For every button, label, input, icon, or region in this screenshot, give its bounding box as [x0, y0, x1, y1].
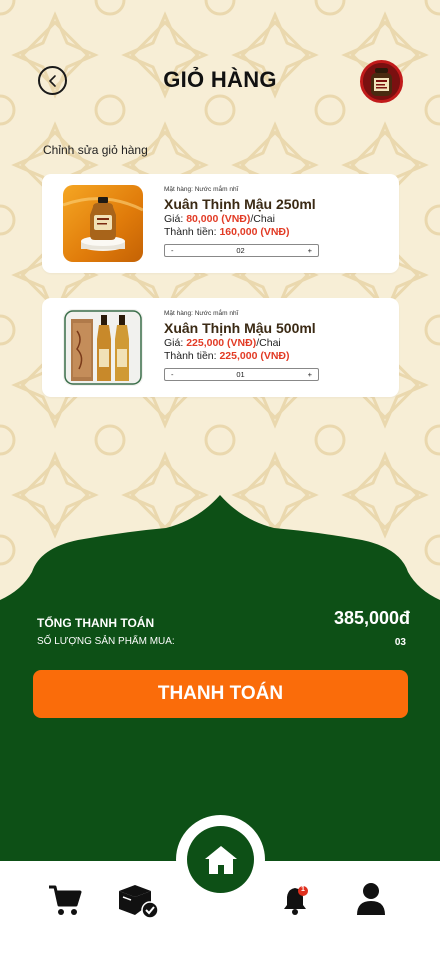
total-value: 385,000đ — [333, 608, 410, 628]
price-value: 225,000 (VNĐ) — [186, 337, 257, 349]
subtotal-value: 225,000 (VNĐ) — [219, 350, 290, 362]
home-icon — [204, 845, 237, 874]
product-bottle-icon — [363, 63, 400, 100]
price-label: Giá: — [164, 337, 184, 349]
subtotal-row: Thành tiền: 160,000 (VNĐ) — [164, 226, 389, 239]
increase-button[interactable]: + — [308, 246, 312, 255]
quantity-value[interactable]: 02 — [236, 246, 244, 255]
product-image — [63, 309, 143, 386]
subtotal-row: Thành tiền: 225,000 (VNĐ) — [164, 350, 389, 363]
subtotal-label: Thành tiền: — [164, 350, 217, 362]
price-value: 80,000 (VNĐ) — [186, 213, 251, 225]
cart-item: Mặt hàng: Nước mắm nhĩ Xuân Thịnh Mậu 50… — [42, 298, 399, 397]
product-name: Xuân Thịnh Mậu 250ml — [164, 196, 316, 212]
price-unit: /Chai — [250, 213, 275, 225]
product-image — [63, 185, 143, 262]
home-button-ring — [176, 815, 265, 904]
decrease-button[interactable]: - — [171, 246, 174, 255]
price-label: Giá: — [164, 213, 184, 225]
header: GIỎ HÀNG — [0, 58, 440, 104]
total-label: TỔNG THANH TOÁN — [37, 616, 155, 630]
avatar[interactable] — [360, 60, 403, 103]
decrease-button[interactable]: - — [171, 370, 174, 379]
product-category: Mặt hàng: Nước mắm nhĩ — [164, 186, 239, 193]
subtotal-value: 160,000 (VNĐ) — [219, 226, 290, 238]
price-unit: /Chai — [256, 337, 281, 349]
edit-cart-link[interactable]: Chỉnh sửa giỏ hàng — [43, 143, 148, 157]
price-row: Giá: 225,000 (VNĐ)/Chai — [164, 337, 389, 350]
user-icon[interactable] — [356, 882, 386, 916]
cart-item: Mặt hàng: Nước mắm nhĩ Xuân Thịnh Mậu 25… — [42, 174, 399, 273]
product-name: Xuân Thịnh Mậu 500ml — [164, 320, 316, 336]
increase-button[interactable]: + — [308, 370, 312, 379]
quantity-stepper: - 02 + — [164, 244, 319, 257]
home-button[interactable] — [187, 826, 254, 893]
notification-badge: 1 — [301, 886, 305, 893]
count-value: 03 — [394, 637, 406, 648]
quantity-stepper: - 01 + — [164, 368, 319, 381]
count-label: SỐ LƯỢNG SẢN PHẨM MUA: — [37, 636, 175, 647]
box-check-icon[interactable] — [117, 881, 159, 919]
quantity-value[interactable]: 01 — [236, 370, 244, 379]
checkout-button[interactable]: THANH TOÁN — [33, 670, 408, 718]
price-row: Giá: 80,000 (VNĐ)/Chai — [164, 213, 389, 226]
subtotal-label: Thành tiền: — [164, 226, 217, 238]
cart-icon[interactable] — [47, 883, 83, 919]
product-category: Mặt hàng: Nước mắm nhĩ — [164, 310, 239, 317]
